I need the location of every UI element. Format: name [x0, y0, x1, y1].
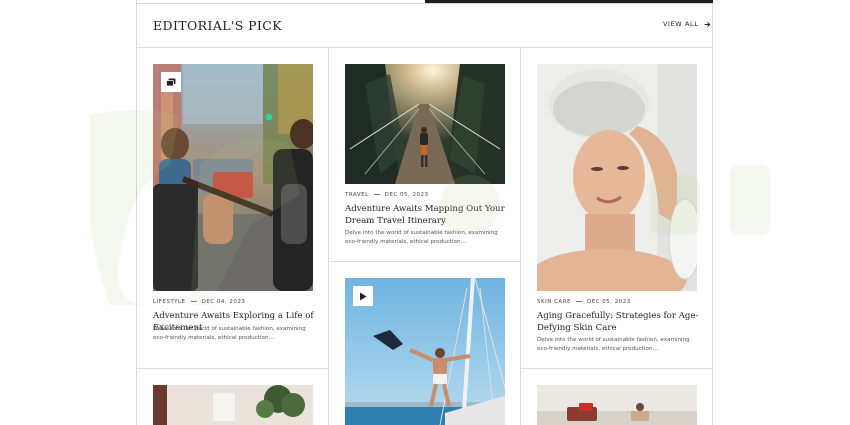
divider: [136, 3, 713, 4]
post-image-road-trip[interactable]: [537, 385, 697, 425]
post-excerpt: Delve into the world of sustainable fash…: [537, 337, 690, 352]
post-excerpt: Delve into the world of sustainable fash…: [345, 230, 498, 245]
gallery-icon: [166, 78, 176, 86]
post-title[interactable]: Adventure Awaits Mapping Out Your Dream …: [345, 204, 505, 227]
post-excerpt: Delve into the world of sustainable fash…: [153, 326, 306, 341]
post-date: DEC 05, 2023: [586, 299, 631, 305]
post-image-lifestyle[interactable]: [153, 64, 313, 291]
divider: [136, 368, 328, 369]
video-badge[interactable]: [353, 286, 373, 306]
post-image-travel[interactable]: [345, 64, 505, 184]
view-all-link[interactable]: VIEW ALL: [663, 20, 711, 28]
post-category[interactable]: SKIN CARE: [537, 299, 571, 305]
divider: [136, 47, 713, 48]
divider: [328, 47, 329, 425]
post-date: DEC 05, 2023: [384, 192, 429, 198]
divider: [328, 261, 520, 262]
view-all-label: VIEW ALL: [663, 20, 699, 28]
post-meta: TRAVEL DEC 05, 2023: [345, 192, 428, 198]
section-title: EDITORIAL'S PICK: [153, 18, 282, 33]
post-title[interactable]: Aging Gracefully: Strategies for Age-Def…: [537, 311, 702, 334]
gallery-badge[interactable]: [161, 72, 181, 92]
post-date: DEC 04, 2023: [201, 299, 246, 305]
post-meta: SKIN CARE DEC 05, 2023: [537, 299, 631, 305]
play-icon: [360, 292, 367, 300]
divider: [520, 368, 713, 369]
post-category[interactable]: LIFESTYLE: [153, 299, 186, 305]
post-meta: LIFESTYLE DEC 04, 2023: [153, 299, 245, 305]
post-image-interior[interactable]: [153, 385, 313, 425]
post-category[interactable]: TRAVEL: [345, 192, 369, 198]
arrow-right-icon: [705, 21, 711, 27]
post-image-skin-care[interactable]: [537, 64, 697, 291]
